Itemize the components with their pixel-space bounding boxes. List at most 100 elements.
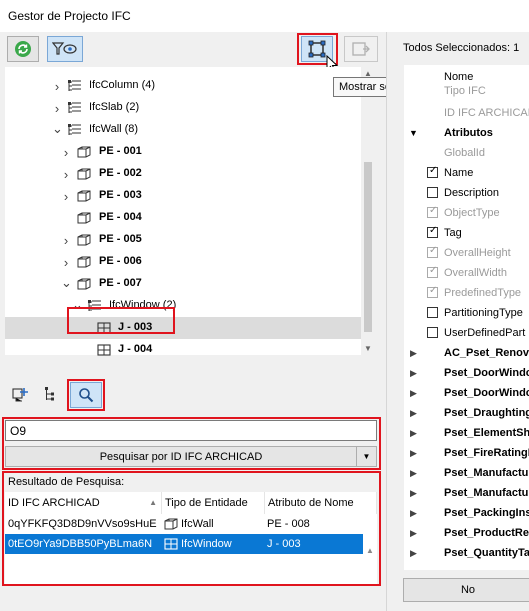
expand-right-icon[interactable]: ▶ (410, 428, 417, 439)
pset-row[interactable]: ▶ AC_Pset_Renova (403, 344, 529, 364)
attribute-checkbox[interactable]: ✓ (427, 165, 438, 178)
pset-label: Pset_QuantityTak (444, 547, 529, 559)
attribute-row[interactable]: ✓ Tag (403, 224, 529, 244)
chevron-down-icon[interactable]: ⌄ (52, 121, 63, 137)
show-model-in-list-button[interactable] (344, 36, 378, 62)
pset-row[interactable]: ▶ Pset_DoorWindo (403, 384, 529, 404)
expand-right-icon[interactable]: ▶ (410, 348, 417, 359)
pset-row[interactable]: ▶ Pset_ElementSha (403, 424, 529, 444)
attribute-label: ObjectType (444, 207, 500, 219)
expand-down-icon[interactable]: ▼ (409, 128, 418, 138)
tree-item[interactable]: J - 003 (5, 317, 361, 339)
attribute-checkbox[interactable]: ✓ (427, 225, 438, 238)
pset-label: Pset_PackingInst (444, 507, 529, 519)
attribute-checkbox[interactable] (427, 327, 438, 338)
chevron-right-icon[interactable]: › (52, 101, 62, 116)
expand-right-icon[interactable]: ▶ (410, 508, 417, 519)
pset-row[interactable]: ▶ Pset_PackingInst (403, 504, 529, 524)
expand-right-icon[interactable]: ▶ (410, 408, 417, 419)
attribute-label: Name (444, 167, 474, 179)
tree-item-label: J - 004 (118, 343, 153, 355)
chevron-down-icon[interactable]: ▼ (356, 447, 376, 466)
bottom-action-button[interactable]: No (403, 578, 529, 602)
pset-row[interactable]: ▶ Pset_Draughting (403, 404, 529, 424)
tree-item[interactable]: J - 004 (5, 339, 361, 361)
attribute-row[interactable]: PartitioningType (403, 304, 529, 324)
pset-row[interactable]: ▶ Pset_ProductReq (403, 524, 529, 544)
chevron-right-icon[interactable]: › (61, 233, 71, 248)
attribute-row[interactable]: UserDefinedPart (403, 324, 529, 344)
search-icon (79, 388, 94, 403)
tree-item[interactable]: › PE - 006 (5, 251, 361, 273)
check-icon: ✓ (429, 245, 438, 256)
chevron-right-icon[interactable]: › (61, 145, 71, 160)
column-header-id[interactable]: ID IFC ARCHICAD ▲ (5, 492, 162, 514)
tree-item[interactable]: › PE - 002 (5, 163, 361, 185)
search-mode-label: Pesquisar por ID IFC ARCHICAD (99, 451, 263, 463)
attribute-row[interactable]: ✓ Name (403, 164, 529, 184)
check-icon: ✓ (429, 225, 438, 236)
search-toggle-button[interactable] (70, 382, 102, 408)
column-header-entity[interactable]: Tipo de Entidade (162, 492, 265, 514)
table-row[interactable]: 0tEO9rYa9DBB50PyBLma6N IfcWindow J - 003 (5, 534, 363, 554)
expand-right-icon[interactable]: ▶ (410, 448, 417, 459)
tree-item[interactable]: ⌄ IfcWall (8) (5, 119, 361, 141)
attribute-row[interactable]: Description (403, 184, 529, 204)
chevron-down-icon[interactable]: ⌄ (61, 275, 72, 291)
expand-right-icon[interactable]: ▶ (410, 488, 417, 499)
tree-scrollbar[interactable]: ▲ ▼ (361, 67, 375, 355)
expand-right-icon[interactable]: ▶ (410, 368, 417, 379)
attribute-checkbox[interactable] (427, 307, 438, 318)
table-row[interactable]: 0qYFKFQ3D8D9nVVso9sHuE IfcWall PE - 008 (5, 514, 363, 534)
pset-row[interactable]: ▶ Pset_QuantityTak (403, 544, 529, 564)
hierarchy-button[interactable] (44, 386, 58, 405)
tree-item-label: PE - 006 (99, 255, 142, 267)
tree-item[interactable]: PE - 004 (5, 207, 361, 229)
tree-item[interactable]: ⌄ IfcWindow (2) (5, 295, 361, 317)
tree-item[interactable]: › IfcSlab (2) (5, 97, 361, 119)
attribute-row[interactable]: ✓ OverallWidth (403, 264, 529, 284)
attribute-checkbox: ✓ (427, 265, 438, 278)
attribute-checkbox[interactable] (427, 187, 438, 198)
attribute-checkbox: ✓ (427, 285, 438, 298)
pset-row[interactable]: ▶ Pset_Manufactur (403, 464, 529, 484)
pset-row[interactable]: ▶ Pset_FireRatingP (403, 444, 529, 464)
chevron-right-icon[interactable]: › (52, 79, 62, 94)
attributes-group[interactable]: ▼ Atributos (403, 124, 529, 144)
search-input[interactable] (5, 420, 377, 441)
search-mode-select[interactable]: Pesquisar por ID IFC ARCHICAD ▼ (5, 446, 377, 467)
column-header-name[interactable]: Atributo de Nome (265, 492, 377, 514)
pset-row[interactable]: ▶ Pset_Manufactur (403, 484, 529, 504)
filter-view-button[interactable] (47, 36, 83, 62)
results-label: Resultado de Pesquisa: (8, 476, 125, 488)
attribute-row[interactable]: ✓ OverallHeight (403, 244, 529, 264)
expand-right-icon[interactable]: ▶ (410, 548, 417, 559)
refresh-button[interactable] (7, 36, 39, 62)
expand-right-icon[interactable]: ▶ (410, 468, 417, 479)
tree-item[interactable]: › PE - 005 (5, 229, 361, 251)
window-icon (164, 538, 178, 553)
title-bar: Gestor de Projecto IFC (0, 0, 529, 32)
tree-item[interactable]: › IfcColumn (4) (5, 75, 361, 97)
chevron-right-icon[interactable]: › (61, 189, 71, 204)
property-label: Tipo IFC (444, 85, 486, 97)
tree-item-label: PE - 007 (99, 277, 142, 289)
attribute-row[interactable]: ✓ ObjectType (403, 204, 529, 224)
results-scrollbar[interactable]: ▲ (363, 514, 377, 584)
property-row: Tipo IFC (403, 82, 529, 102)
tree-item[interactable]: ⌄ PE - 007 (5, 273, 361, 295)
tree-item[interactable]: › PE - 001 (5, 141, 361, 163)
attribute-row[interactable]: ✓ PredefinedType (403, 284, 529, 304)
add-tool-button[interactable] (12, 386, 30, 405)
chevron-right-icon[interactable]: › (61, 255, 71, 270)
tree-item[interactable]: › PE - 003 (5, 185, 361, 207)
chevron-down-icon[interactable]: ⌄ (72, 297, 83, 313)
tree-scroll-thumb[interactable] (364, 162, 372, 332)
tree-item-label: PE - 003 (99, 189, 142, 201)
wall-icon (77, 234, 91, 246)
chevron-right-icon[interactable]: › (61, 167, 71, 182)
pset-row[interactable]: ▶ Pset_DoorWindo (403, 364, 529, 384)
ifc-type-icon (88, 300, 102, 312)
expand-right-icon[interactable]: ▶ (410, 388, 417, 399)
expand-right-icon[interactable]: ▶ (410, 528, 417, 539)
